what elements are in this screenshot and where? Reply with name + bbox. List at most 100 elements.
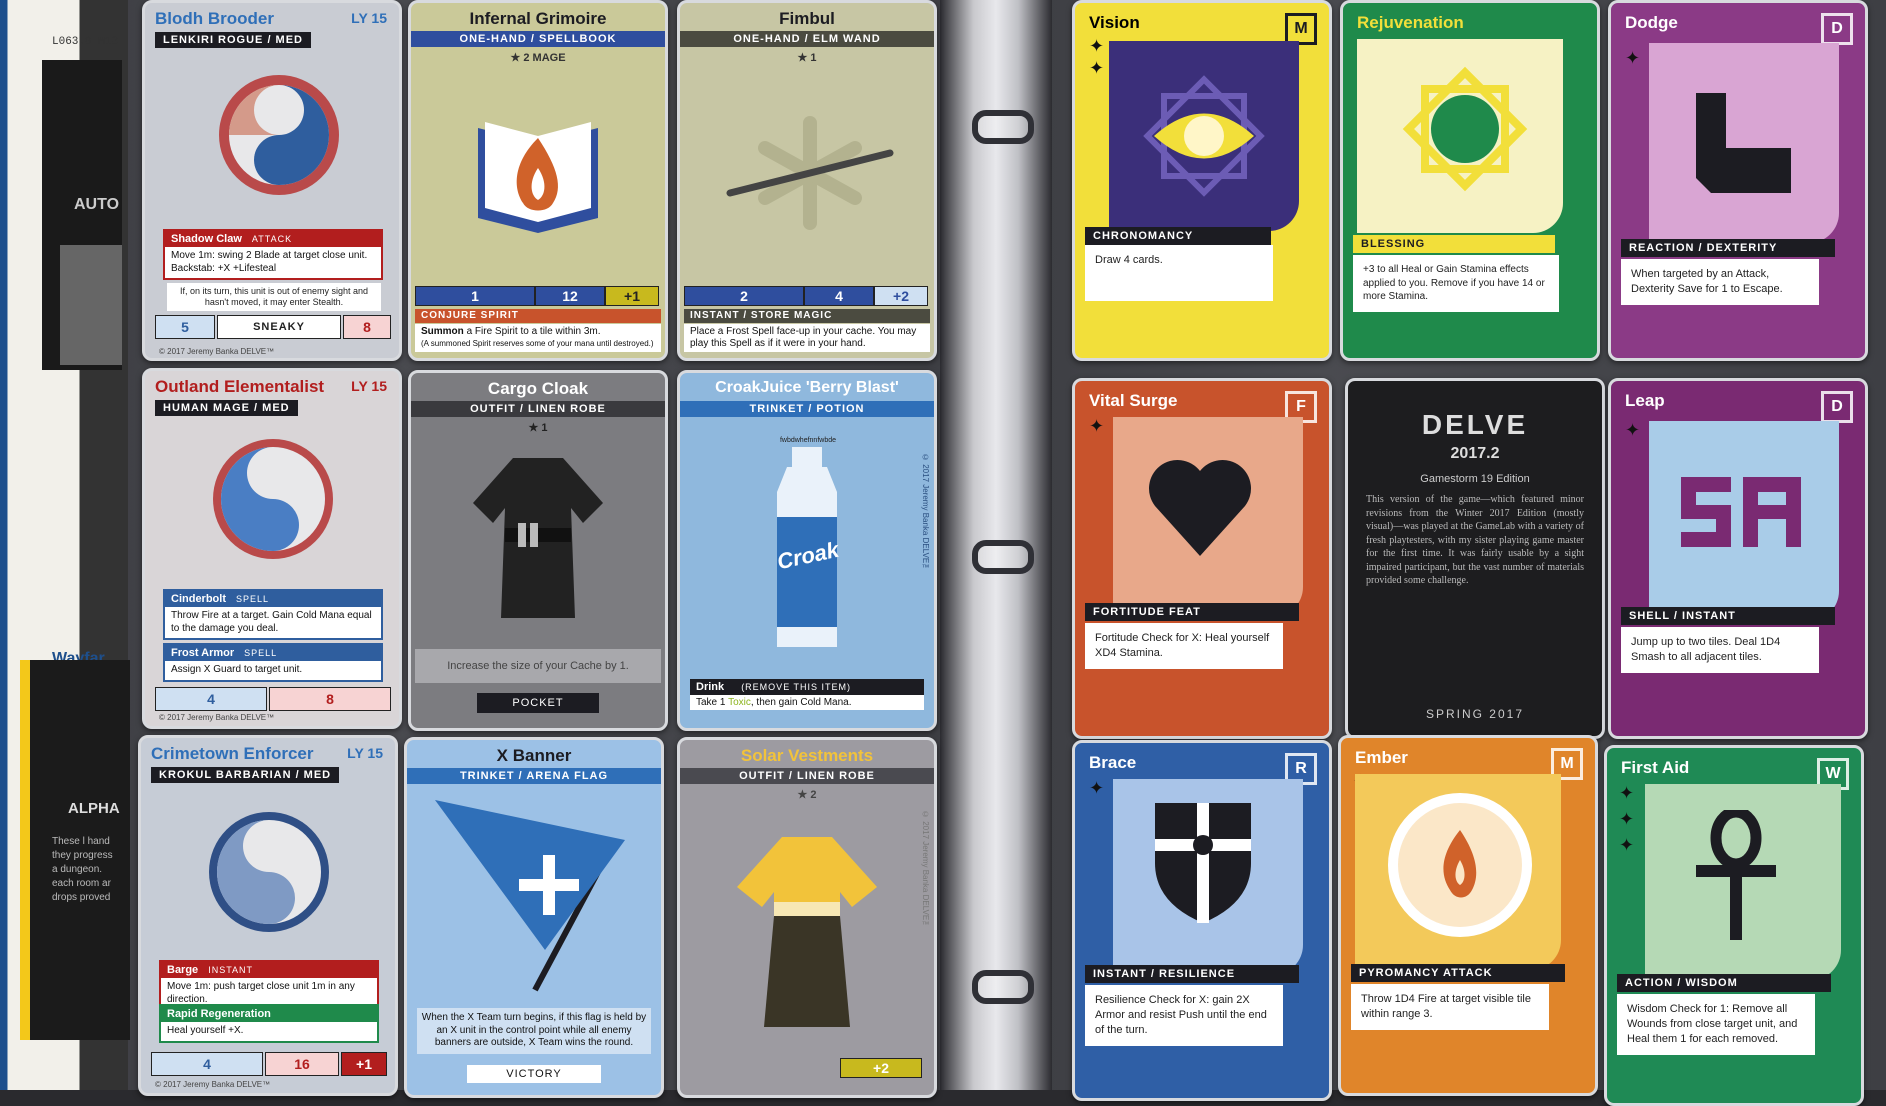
move-stat: 5 bbox=[155, 315, 215, 339]
item-card[interactable]: Infernal Grimoire ONE-HAND / SPELLBOOK ★… bbox=[408, 0, 668, 361]
item-text: , then gain bbox=[750, 697, 798, 708]
character-card[interactable]: Blodh Brooder LY 15 LENKIRI ROGUE / MED … bbox=[142, 0, 402, 361]
left-edge-cards: L063.0 M13 AUTO Wayfar ALPHA These l han… bbox=[0, 0, 130, 1090]
ability-text: Assign X bbox=[171, 664, 211, 675]
item-stat: 12 bbox=[535, 286, 605, 306]
item-text: Toxic bbox=[728, 697, 751, 708]
flame-icon bbox=[1388, 793, 1532, 937]
ability-box: Cinderbolt SPELL Throw Fire at a target. … bbox=[163, 589, 383, 640]
item-text: Take 1 Toxic, then gain Cold Mana. bbox=[690, 695, 924, 710]
ability-name: Shadow Claw bbox=[171, 233, 242, 245]
health-stat: 8 bbox=[343, 315, 391, 339]
ability-tag: (REMOVE THIS ITEM) bbox=[741, 682, 852, 692]
item-text: Cache by 1. bbox=[570, 660, 629, 672]
item-text: Summon a Fire Spirit to a tile within 3m… bbox=[415, 324, 661, 352]
ability-text: Heal bbox=[167, 1025, 188, 1036]
card-keyword: ACTION / WISDOM bbox=[1617, 974, 1831, 992]
item-text: Place a Frost Spell face-up in your cach… bbox=[684, 324, 930, 352]
character-card[interactable]: Outland Elementalist LY 15 HUMAN MAGE / … bbox=[142, 368, 402, 729]
ability-text: Guard to target unit. bbox=[213, 664, 303, 675]
item-text: Increase the size of your Cache by 1. bbox=[415, 649, 661, 683]
action-card[interactable]: Vision M ✦ ✦ CHRONOMANCY Draw 4 cards. bbox=[1072, 0, 1332, 361]
ability-text: +X. bbox=[228, 1025, 244, 1036]
item-stars: ★ 1 bbox=[797, 52, 817, 64]
yin-yang-icon bbox=[213, 439, 333, 559]
card-text: Resilience Check for X: gain 2X Armor an… bbox=[1085, 985, 1283, 1046]
game-version: 2017.2 bbox=[1450, 445, 1500, 462]
card-title: Outland Elementalist bbox=[155, 377, 325, 396]
item-stars: ★ 2 MAGE bbox=[510, 52, 566, 64]
card-title: First Aid bbox=[1621, 758, 1690, 777]
ability-box: Rapid Regeneration Heal yourself +X. bbox=[159, 1004, 379, 1043]
wand-icon bbox=[726, 116, 894, 230]
card-keyword: SHELL / INSTANT bbox=[1621, 607, 1835, 625]
game-notes: This version of the game—which featured … bbox=[1366, 494, 1584, 586]
lightning-icon: ✦ bbox=[1625, 48, 1641, 68]
copyright: © 2017 Jeremy Banka DELVE™ bbox=[155, 1080, 271, 1089]
action-card[interactable]: Dodge D ✦ REACTION / DEXTERITY When targ… bbox=[1608, 0, 1868, 361]
ankh-icon bbox=[1696, 810, 1776, 940]
item-text: (A summoned Spirit reserves some of your… bbox=[421, 339, 654, 348]
item-stat: 2 bbox=[684, 286, 804, 306]
game-logo: DELVE bbox=[1421, 409, 1529, 440]
ability-text: Blade at target close unit. bbox=[254, 250, 368, 261]
strip-label: L063.0 M13 bbox=[52, 36, 119, 48]
card-keyword: INSTANT / RESILIENCE bbox=[1085, 965, 1299, 983]
item-type: ONE-HAND / SPELLBOOK bbox=[411, 31, 665, 47]
item-type: OUTFIT / LINEN ROBE bbox=[680, 768, 934, 784]
ability-name: Rapid Regeneration bbox=[167, 1008, 271, 1020]
flag-icon bbox=[435, 800, 625, 992]
ability-box: Shadow Claw ATTACK Move 1m: swing 2 Blade… bbox=[163, 229, 383, 280]
ability-text: Backstab: +X bbox=[171, 262, 231, 274]
action-card[interactable]: First Aid W ✦ ✦ ✦ ACTION / WISDOM Wisdom… bbox=[1604, 745, 1864, 1106]
card-title: Dodge bbox=[1625, 13, 1678, 32]
keyword: SNEAKY bbox=[217, 315, 341, 339]
ability-text: Cold Mana equal bbox=[296, 610, 372, 621]
item-text: Increase the size of your bbox=[447, 660, 568, 672]
item-stars: ★ 1 bbox=[528, 422, 548, 434]
action-card[interactable]: Vital Surge F ✦ FORTITUDE FEAT Fortitude… bbox=[1072, 378, 1332, 739]
action-card[interactable]: Rejuvenation BLESSING +3 to all Heal or … bbox=[1340, 0, 1600, 361]
bonus-stat: +1 bbox=[341, 1052, 387, 1076]
ability-text: to the damage you deal. bbox=[171, 622, 279, 634]
ability-tag: SPELL bbox=[244, 648, 278, 658]
shield-icon bbox=[1155, 803, 1251, 923]
item-card[interactable]: Fimbul ONE-HAND / ELM WAND ★ 1 2 4 +2 IN… bbox=[677, 0, 937, 361]
lightning-icon: ✦ bbox=[1089, 36, 1105, 56]
card-title: Blodh Brooder bbox=[155, 9, 274, 28]
card-keyword: CHRONOMANCY bbox=[1085, 227, 1271, 245]
item-card[interactable]: X Banner TRINKET / ARENA FLAG When the X… bbox=[404, 737, 664, 1098]
item-card[interactable]: Cargo Cloak OUTFIT / LINEN ROBE ★ 1 Incr… bbox=[408, 370, 668, 731]
card-title: X Banner bbox=[496, 746, 572, 765]
ability-box: Frost Armor SPELL Assign X Guard to targe… bbox=[163, 643, 383, 682]
robe-icon bbox=[473, 458, 603, 618]
card-title: Leap bbox=[1625, 391, 1665, 410]
lightning-icon: ✦ bbox=[1619, 809, 1635, 829]
action-card[interactable]: Ember M ✦ PYROMANCY ATTACK Throw 1D4 Fir… bbox=[1338, 735, 1598, 1096]
item-card[interactable]: CroakJuice 'Berry Blast' TRINKET / POTIO… bbox=[677, 370, 937, 731]
ability-text: Fire at a target. Gain bbox=[201, 610, 294, 621]
ability-text: Throw bbox=[171, 610, 199, 621]
item-card[interactable]: Solar Vestments OUTFIT / LINEN ROBE ★ 2 … bbox=[677, 737, 937, 1098]
card-text: +3 to all Heal or Gain Stamina effects a… bbox=[1353, 255, 1559, 312]
heart-icon bbox=[1149, 460, 1251, 556]
yin-yang-icon bbox=[209, 812, 329, 932]
card-title: Solar Vestments bbox=[740, 746, 874, 765]
side-copyright: © 2017 Jeremy Banka DELVE™ bbox=[921, 810, 930, 930]
item-text-bold: Summon bbox=[421, 326, 464, 337]
action-card[interactable]: Leap D ✦ SHELL / INSTANT Jump up to two … bbox=[1608, 378, 1868, 739]
ability-tag: INSTANT bbox=[208, 965, 254, 975]
action-card[interactable]: Brace R ✦ INSTANT / RESILIENCE Resilienc… bbox=[1072, 740, 1332, 1101]
health-stat: 8 bbox=[269, 687, 391, 711]
strip-block bbox=[60, 245, 122, 365]
health-stat: 16 bbox=[265, 1052, 339, 1076]
ability-name: Frost Armor bbox=[171, 647, 235, 659]
character-card[interactable]: Crimetown Enforcer LY 15 KROKUL BARBARIA… bbox=[138, 735, 398, 1096]
info-card[interactable]: DELVE 2017.2 Gamestorm 19 Edition This v… bbox=[1345, 378, 1605, 739]
item-text: Cold Mana. bbox=[800, 697, 852, 708]
card-level: LY 15 bbox=[347, 745, 383, 761]
binder-ring-middle bbox=[972, 540, 1034, 574]
game-season: SPRING 2017 bbox=[1425, 707, 1525, 721]
item-ability: INSTANT / STORE MAGIC bbox=[684, 309, 930, 323]
ability-tag: ATTACK bbox=[251, 234, 293, 244]
